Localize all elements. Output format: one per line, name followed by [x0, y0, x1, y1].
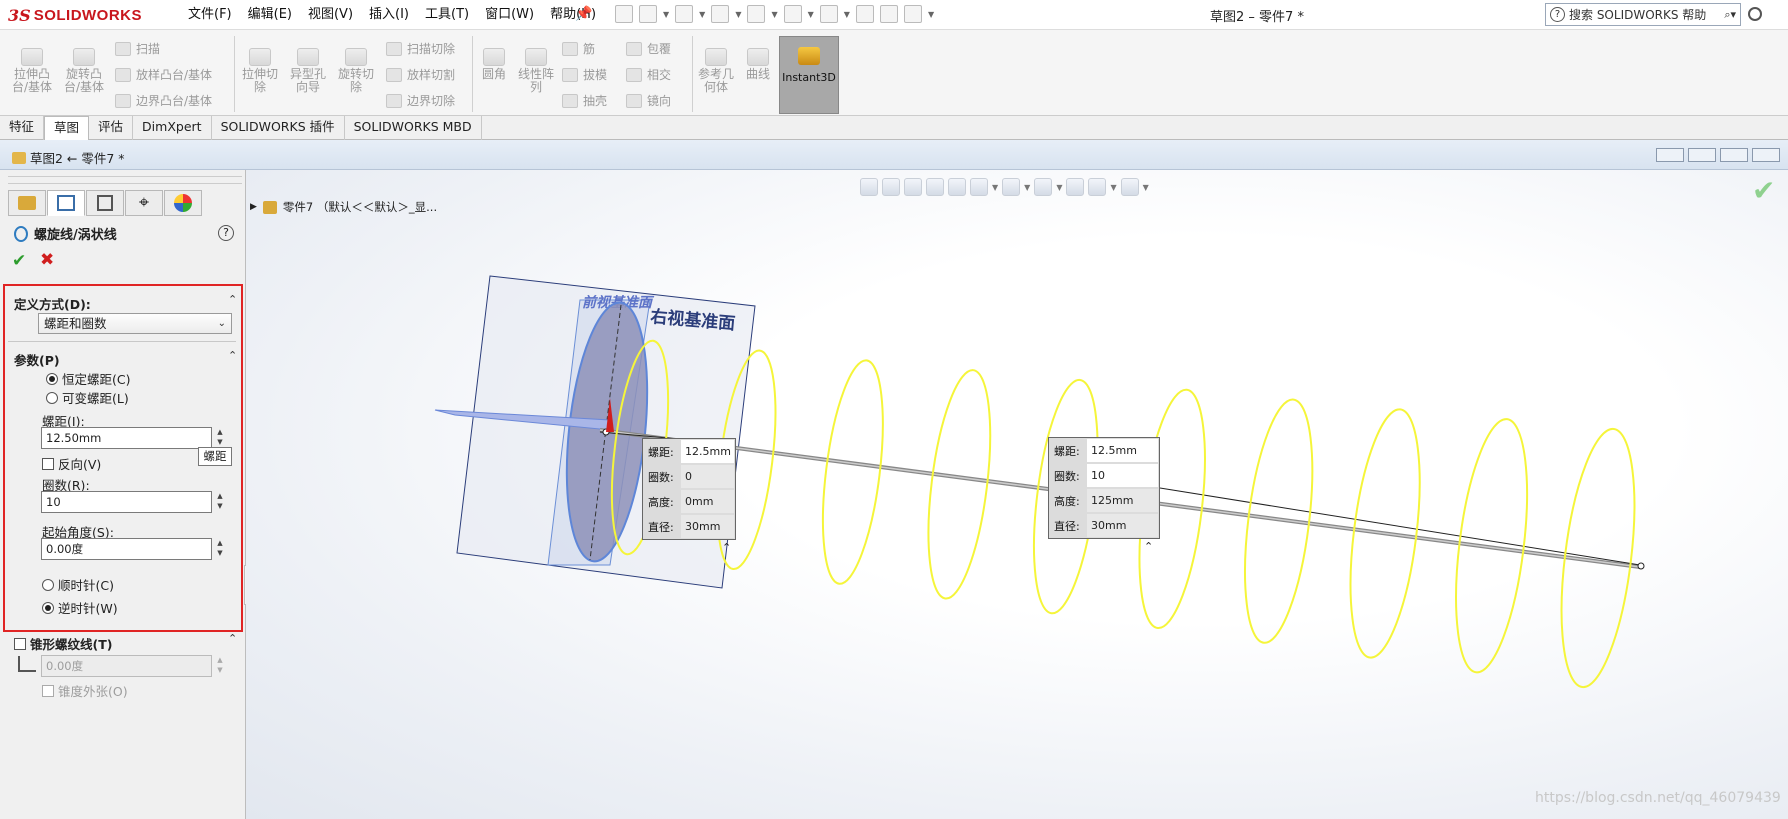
callout-row: 直径: 30mm — [1049, 513, 1159, 538]
dimension-leader — [1159, 487, 1641, 566]
start-dimension-callout: 螺距: 12.5mm 圈数: 0 高度: 0mm 直径: 30mm — [642, 438, 736, 540]
callout-row: 高度: 0mm — [643, 489, 735, 514]
watermark-text: https://blog.csdn.net/qq_46079439 — [1535, 790, 1781, 806]
helix-loop[interactable] — [813, 357, 894, 587]
end-dimension-callout: 螺距: 12.5mm 圈数: 10 高度: 125mm 直径: 30mm — [1048, 437, 1160, 539]
callout-row: 直径: 30mm — [643, 514, 735, 539]
viewport-geometry: 前视基准面 右视基准面 — [434, 275, 1645, 689]
callout-row: 圈数: 0 — [643, 464, 735, 489]
callout-row: 螺距: 12.5mm — [1049, 438, 1159, 463]
callout-row: 螺距: 12.5mm — [643, 439, 735, 464]
callout-row: 高度: 125mm — [1049, 488, 1159, 513]
callout-chevron-icon[interactable]: ⌃ — [722, 541, 731, 554]
callout-row: 圈数: 10 — [1049, 463, 1159, 488]
callout-chevron-icon[interactable]: ⌃ — [1144, 540, 1153, 553]
helix-end-point[interactable] — [1637, 562, 1645, 570]
helix-loop[interactable] — [918, 367, 1001, 602]
